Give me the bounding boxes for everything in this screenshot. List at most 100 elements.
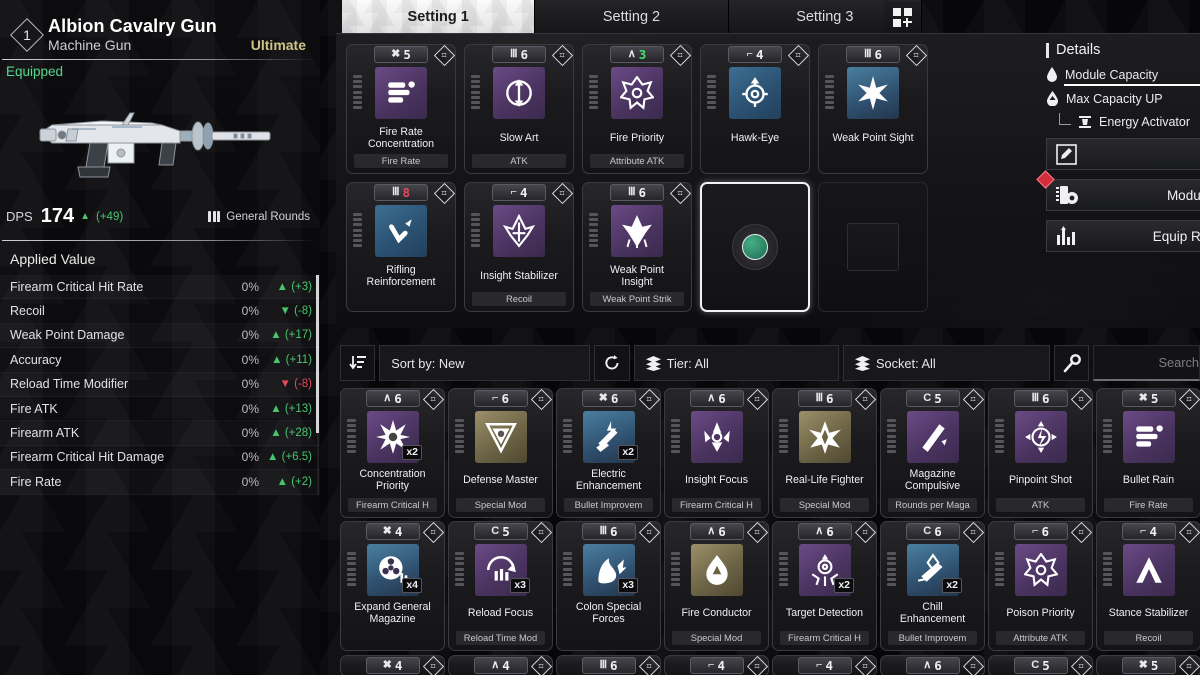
capacity-type-icon: ∧ xyxy=(627,48,636,60)
tab-setting-2[interactable]: Setting 2 xyxy=(535,0,729,33)
setting-tabs[interactable]: Setting 1 Setting 2 Setting 3 xyxy=(342,0,922,33)
empty-module-slot-selected[interactable] xyxy=(700,182,810,312)
dps-label: DPS xyxy=(6,209,33,224)
module-card[interactable]: C 5 ⌗ Magazine Compulsive Rounds per Maga xyxy=(880,388,985,518)
capacity-type-icon: ⌐ xyxy=(1032,525,1039,537)
stat-name: Fire Rate xyxy=(10,474,62,489)
module-card[interactable]: ∧ 6 ⌗ Insight Focus Firearm Critical H xyxy=(664,388,769,518)
weapon-header: 1 Albion Cavalry Gun Machine Gun Ultimat… xyxy=(0,0,320,53)
module-card[interactable]: ∧ 6 ⌗ Fire Conductor Special Mod xyxy=(664,521,769,651)
socket-type-icon: ⌗ xyxy=(551,45,573,66)
reset-filters-button[interactable] xyxy=(594,345,630,381)
stat-name: Firearm ATK xyxy=(10,426,80,441)
module-tag: Special Mod xyxy=(456,498,545,512)
module-card[interactable]: Ⅲ 6 ⌗ Weak Point Sight xyxy=(818,44,928,174)
module-card[interactable]: ⌐ 6 ⌗ Defense Master Special Mod xyxy=(448,388,553,518)
module-name: Magazine Compulsive xyxy=(904,468,961,492)
module-card[interactable]: ⌐ 4 ⌗ Insight Stabilizer Recoil xyxy=(464,182,574,312)
module-tag: Firearm Critical H xyxy=(348,498,437,512)
module-capacity-badge: ⌐ 4 xyxy=(797,657,852,674)
module-card[interactable]: ∧ 6 ⌗ x2 Concentration Priority Firearm Critic… xyxy=(340,388,445,518)
module-card[interactable]: ⌐ 4 ⌗ xyxy=(664,655,769,675)
rename-button[interactable]: Ren xyxy=(1046,138,1200,170)
module-tag: Bullet Improvem xyxy=(888,631,977,645)
module-card[interactable]: ∧ 4 ⌗ xyxy=(448,655,553,675)
add-setting-button[interactable] xyxy=(884,1,920,33)
module-card[interactable]: ∧ 6 ⌗ xyxy=(880,655,985,675)
module-tag: Attribute ATK xyxy=(590,154,684,168)
stat-row: Firearm Critical Hit Damage 0% ▲ (+6.5) xyxy=(0,446,320,471)
module-name: Rifling Reinforcement xyxy=(366,264,436,288)
stats-scrollbar-thumb[interactable] xyxy=(316,275,319,434)
module-tag: Rounds per Maga xyxy=(888,498,977,512)
module-card[interactable]: Ⅲ 6 ⌗ x3 Colon Special Forces xyxy=(556,521,661,651)
details-title-bar xyxy=(1046,42,1049,58)
module-art xyxy=(1122,544,1175,596)
module-card[interactable]: Ⅲ 6 ⌗ xyxy=(556,655,661,675)
capacity-type-icon: Ⅲ xyxy=(863,48,872,60)
socket-filter-dropdown[interactable]: Socket: All xyxy=(842,345,1051,381)
capacity-type-icon: Ⅲ xyxy=(1031,392,1040,404)
module-art xyxy=(690,544,743,596)
module-capacity-badge: ⌐ 4 xyxy=(728,46,782,63)
module-art xyxy=(611,67,663,119)
module-card[interactable]: ⌐ 4 ⌗ xyxy=(772,655,877,675)
equip-recommended-button[interactable]: Equip Recomm xyxy=(1046,220,1200,252)
stat-percent: 0% xyxy=(241,474,259,489)
module-card[interactable]: ✖ 5 ⌗ Fire Rate Concentration Fire Rate xyxy=(346,44,456,174)
module-card[interactable]: ✖ 4 ⌗ xyxy=(340,655,445,675)
stat-name: Firearm Critical Hit Rate xyxy=(10,279,144,294)
module-card[interactable]: Ⅲ 6 ⌗ Pinpoint Shot ATK xyxy=(988,388,1093,518)
module-capacity-badge: C5 xyxy=(905,390,960,407)
module-card[interactable]: ∧ 6 ⌗ x2 Target Detection Firearm Critical H xyxy=(772,521,877,651)
stat-row: Fire ATK 0% ▲ (+13) xyxy=(0,397,320,422)
module-card[interactable]: C 5 ⌗ xyxy=(988,655,1093,675)
module-capacity-badge: ∧ 6 xyxy=(365,390,420,407)
module-card[interactable]: C 6 ⌗ x2 Chill Enhancement Bullet Improvem xyxy=(880,521,985,651)
module-card[interactable]: Ⅲ 6 ⌗ Slow Art ATK xyxy=(464,44,574,174)
droplet-up-icon xyxy=(1047,91,1058,106)
module-card[interactable]: ✖ 4 ⌗ x4 Expand General Magazine xyxy=(340,521,445,651)
sort-direction-button[interactable] xyxy=(340,345,376,381)
module-card[interactable]: ∧ 3 ⌗ Fire Priority Attribute ATK xyxy=(582,44,692,174)
socket-filter-label: Socket: All xyxy=(875,355,936,371)
tab-setting-1[interactable]: Setting 1 xyxy=(342,0,536,33)
module-capacity-badge: Ⅲ8 xyxy=(374,184,428,201)
key-filter-button[interactable] xyxy=(1054,345,1090,381)
capacity-cost: 6 xyxy=(718,390,726,406)
stat-row: Firearm Critical Hit Rate 0% ▲ (+3) xyxy=(0,275,320,300)
module-card[interactable]: Ⅲ 6 ⌗ Real-Life Fighter Special Mod xyxy=(772,388,877,518)
card-pins xyxy=(995,552,1004,587)
module-capacity-badge: ✖ 5 xyxy=(1121,390,1176,407)
stat-delta: ▼ (-8) xyxy=(279,378,312,391)
capacity-type-icon: ✖ xyxy=(1138,392,1148,404)
capacity-cost: 4 xyxy=(1149,523,1157,539)
sort-by-dropdown[interactable]: Sort by: New xyxy=(379,345,591,381)
capacity-cost: 6 xyxy=(610,657,618,673)
module-card[interactable]: ⌐ 6 ⌗ Poison Priority Attribute ATK xyxy=(988,521,1093,651)
socket-type-icon: ⌗ xyxy=(669,45,691,66)
card-pins xyxy=(455,552,464,587)
module-card[interactable]: ✖ 5 ⌗ Bullet Rain Fire Rate xyxy=(1096,388,1200,518)
inventory-row-3: ✖ 4 ⌗ ∧ 4 ⌗ Ⅲ 6 ⌗ ⌐ 4 ⌗ ⌐ 4 ⌗ ∧ 6 ⌗ C 5 ⌗ ✖ 5 ⌗ xyxy=(340,655,1200,675)
search-input[interactable]: Search xyxy=(1093,345,1200,381)
capacity-cost: 5 xyxy=(403,46,411,62)
module-card[interactable]: ✖ 6 ⌗ x2 Electric Enhancement Bullet Improvem xyxy=(556,388,661,518)
module-card[interactable]: C 5 ⌗ x3 Reload Focus Reload Time Mod xyxy=(448,521,553,651)
module-card[interactable]: ⌐ 4 ⌗ Stance Stabilizer Recoil xyxy=(1096,521,1200,651)
locked-module-slot[interactable] xyxy=(818,182,928,312)
card-pins xyxy=(995,419,1004,454)
stat-delta: ▲ (+17) xyxy=(270,329,312,342)
stat-row: Recoil 0% ▼ (-8) xyxy=(0,299,320,324)
module-capacity-badge: ⌐ 4 xyxy=(1121,523,1176,540)
module-card[interactable]: Ⅲ 8 ⌗ Rifling Reinforcement xyxy=(346,182,456,312)
card-pins xyxy=(589,213,598,248)
socket-type-icon: ⌗ xyxy=(787,45,809,66)
module-addition-button[interactable]: Module Addit xyxy=(1036,170,1200,211)
module-card[interactable]: Ⅲ 6 ⌗ Weak Point Insight Weak Point Strik xyxy=(582,182,692,312)
tier-filter-dropdown[interactable]: Tier: All xyxy=(633,345,839,381)
module-card[interactable]: ✖ 5 ⌗ xyxy=(1096,655,1200,675)
stats-scrollbar-track[interactable] xyxy=(316,275,319,495)
module-card[interactable]: ⌐ 4 ⌗ Hawk-Eye xyxy=(700,44,810,174)
capacity-type-icon: Ⅲ xyxy=(509,48,518,60)
